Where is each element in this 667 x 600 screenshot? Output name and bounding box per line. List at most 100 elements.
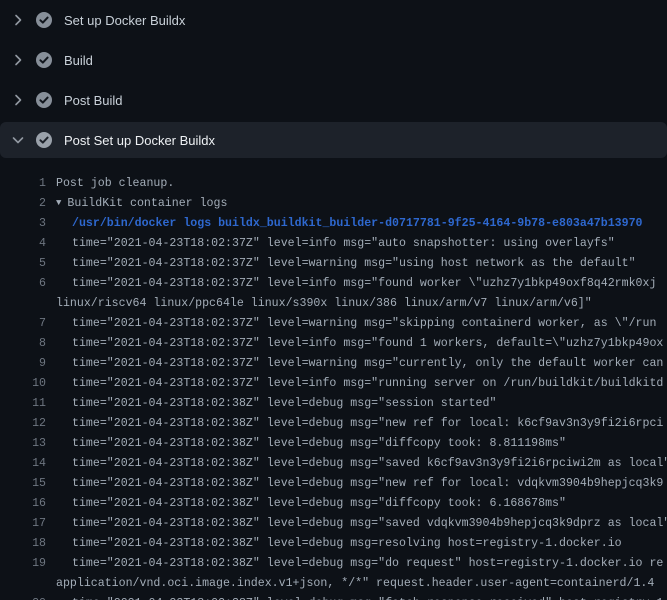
log-line-number[interactable]: 9 <box>0 354 46 374</box>
log-line: 3 /usr/bin/docker logs buildx_buildkit_b… <box>0 214 667 234</box>
log-line: 8 time="2021-04-23T18:02:37Z" level=info… <box>0 334 667 354</box>
log-text: Post job cleanup. <box>56 177 174 190</box>
chevron-down-icon[interactable] <box>10 132 26 148</box>
log-line-text: time="2021-04-23T18:02:38Z" level=debug … <box>46 394 496 414</box>
log-text: time="2021-04-23T18:02:37Z" level=warnin… <box>72 317 656 330</box>
log-text: time="2021-04-23T18:02:38Z" level=debug … <box>72 397 496 410</box>
log-text: time="2021-04-23T18:02:37Z" level=info m… <box>72 337 663 350</box>
log-line-text: time="2021-04-23T18:02:37Z" level=warnin… <box>46 314 656 334</box>
log-line-text: application/vnd.oci.image.index.v1+json,… <box>46 574 654 594</box>
log-line: application/vnd.oci.image.index.v1+json,… <box>0 574 667 594</box>
log-line-text: time="2021-04-23T18:02:38Z" level=debug … <box>46 434 566 454</box>
log-group-toggle[interactable]: ▼BuildKit container logs <box>46 194 227 214</box>
log-line: 18 time="2021-04-23T18:02:38Z" level=deb… <box>0 534 667 554</box>
log-line-number[interactable]: 13 <box>0 434 46 454</box>
log-line-text: time="2021-04-23T18:02:38Z" level=debug … <box>46 554 663 574</box>
group-disclosure-triangle-icon[interactable]: ▼ <box>56 194 61 213</box>
log-text: time="2021-04-23T18:02:38Z" level=debug … <box>72 537 622 550</box>
log-line: linux/riscv64 linux/ppc64le linux/s390x … <box>0 294 667 314</box>
log-line-number[interactable]: 19 <box>0 554 46 574</box>
log-line: 16 time="2021-04-23T18:02:38Z" level=deb… <box>0 494 667 514</box>
log-line-number[interactable]: 14 <box>0 454 46 474</box>
step-row-post-set-up-docker-buildx[interactable]: Post Set up Docker Buildx <box>0 122 667 158</box>
log-line-text: time="2021-04-23T18:02:37Z" level=info m… <box>46 274 656 294</box>
step-label: Post Build <box>64 93 123 108</box>
log-line-number[interactable]: 16 <box>0 494 46 514</box>
log-line-number[interactable]: 4 <box>0 234 46 254</box>
chevron-right-icon[interactable] <box>10 92 26 108</box>
log-line-text: time="2021-04-23T18:02:38Z" level=debug … <box>46 514 667 534</box>
log-line-number[interactable]: 18 <box>0 534 46 554</box>
log-text: time="2021-04-23T18:02:38Z" level=debug … <box>72 557 663 570</box>
log-line: 19 time="2021-04-23T18:02:38Z" level=deb… <box>0 554 667 574</box>
log-text: time="2021-04-23T18:02:38Z" level=debug … <box>72 457 667 470</box>
log-text: linux/riscv64 linux/ppc64le linux/s390x … <box>56 297 592 310</box>
log-line: 6 time="2021-04-23T18:02:37Z" level=info… <box>0 274 667 294</box>
step-row-build[interactable]: Build <box>0 40 667 80</box>
log-line-number[interactable]: 10 <box>0 374 46 394</box>
log-text: time="2021-04-23T18:02:38Z" level=debug … <box>72 437 566 450</box>
check-circle-icon <box>36 92 52 108</box>
log-line-text: time="2021-04-23T18:02:37Z" level=warnin… <box>46 254 636 274</box>
log-line-number[interactable]: 5 <box>0 254 46 274</box>
step-label: Build <box>64 53 93 68</box>
log-text: time="2021-04-23T18:02:38Z" level=debug … <box>72 517 667 530</box>
log-text: time="2021-04-23T18:02:38Z" level=debug … <box>72 497 566 510</box>
log-text: time="2021-04-23T18:02:38Z" level=debug … <box>72 477 663 490</box>
log-line: 1 Post job cleanup. <box>0 174 667 194</box>
log-text: /usr/bin/docker logs buildx_buildkit_bui… <box>72 217 643 230</box>
log-line-text: linux/riscv64 linux/ppc64le linux/s390x … <box>46 294 592 314</box>
log-line: 4 time="2021-04-23T18:02:37Z" level=info… <box>0 234 667 254</box>
log-line-number[interactable]: 15 <box>0 474 46 494</box>
check-circle-icon <box>36 52 52 68</box>
step-list: Set up Docker Buildx Build Post Build Po… <box>0 0 667 158</box>
check-circle-icon <box>36 12 52 28</box>
log-line-text: time="2021-04-23T18:02:38Z" level=debug … <box>46 454 667 474</box>
log-line-number <box>0 294 46 314</box>
log-line-number[interactable]: 2 <box>0 194 46 214</box>
log-line: 9 time="2021-04-23T18:02:37Z" level=warn… <box>0 354 667 374</box>
step-label: Post Set up Docker Buildx <box>64 133 215 148</box>
log-text: time="2021-04-23T18:02:38Z" level=debug … <box>72 417 663 430</box>
log-area: 1 Post job cleanup. 2 ▼BuildKit containe… <box>0 160 667 600</box>
log-line-text: time="2021-04-23T18:02:38Z" level=debug … <box>46 494 566 514</box>
log-line: 2 ▼BuildKit container logs <box>0 194 667 214</box>
step-row-set-up-docker-buildx[interactable]: Set up Docker Buildx <box>0 0 667 40</box>
log-line-number[interactable]: 12 <box>0 414 46 434</box>
log-line-text: time="2021-04-23T18:02:38Z" level=debug … <box>46 594 663 600</box>
log-text: time="2021-04-23T18:02:37Z" level=warnin… <box>72 357 663 370</box>
log-line: 5 time="2021-04-23T18:02:37Z" level=warn… <box>0 254 667 274</box>
chevron-right-icon[interactable] <box>10 12 26 28</box>
log-line-number[interactable]: 17 <box>0 514 46 534</box>
log-line-number[interactable]: 11 <box>0 394 46 414</box>
log-line-number[interactable]: 1 <box>0 174 46 194</box>
log-line-text: time="2021-04-23T18:02:38Z" level=debug … <box>46 534 622 554</box>
log-line: 15 time="2021-04-23T18:02:38Z" level=deb… <box>0 474 667 494</box>
log-line: 7 time="2021-04-23T18:02:37Z" level=warn… <box>0 314 667 334</box>
log-line-text: time="2021-04-23T18:02:37Z" level=info m… <box>46 374 663 394</box>
log-text: time="2021-04-23T18:02:37Z" level=info m… <box>72 237 615 250</box>
log-line-number[interactable]: 8 <box>0 334 46 354</box>
log-line-number[interactable]: 6 <box>0 274 46 294</box>
log-line: 14 time="2021-04-23T18:02:38Z" level=deb… <box>0 454 667 474</box>
log-line: 11 time="2021-04-23T18:02:38Z" level=deb… <box>0 394 667 414</box>
log-line: 12 time="2021-04-23T18:02:38Z" level=deb… <box>0 414 667 434</box>
log-line-text: time="2021-04-23T18:02:37Z" level=info m… <box>46 334 663 354</box>
log-line-text: /usr/bin/docker logs buildx_buildkit_bui… <box>46 214 643 234</box>
log-line-text: time="2021-04-23T18:02:37Z" level=info m… <box>46 234 615 254</box>
log-line-number <box>0 574 46 594</box>
log-line-text: Post job cleanup. <box>46 174 174 194</box>
step-row-post-build[interactable]: Post Build <box>0 80 667 120</box>
chevron-right-icon[interactable] <box>10 52 26 68</box>
log-line-number[interactable]: 20 <box>0 594 46 600</box>
log-line: 17 time="2021-04-23T18:02:38Z" level=deb… <box>0 514 667 534</box>
log-line-text: time="2021-04-23T18:02:37Z" level=warnin… <box>46 354 663 374</box>
log-line-number[interactable]: 7 <box>0 314 46 334</box>
log-line-text: time="2021-04-23T18:02:38Z" level=debug … <box>46 414 663 434</box>
step-label: Set up Docker Buildx <box>64 13 185 28</box>
log-line-number[interactable]: 3 <box>0 214 46 234</box>
log-text: time="2021-04-23T18:02:37Z" level=warnin… <box>72 257 636 270</box>
log-line: 20 time="2021-04-23T18:02:38Z" level=deb… <box>0 594 667 600</box>
log-line-text: time="2021-04-23T18:02:38Z" level=debug … <box>46 474 663 494</box>
log-line: 10 time="2021-04-23T18:02:37Z" level=inf… <box>0 374 667 394</box>
